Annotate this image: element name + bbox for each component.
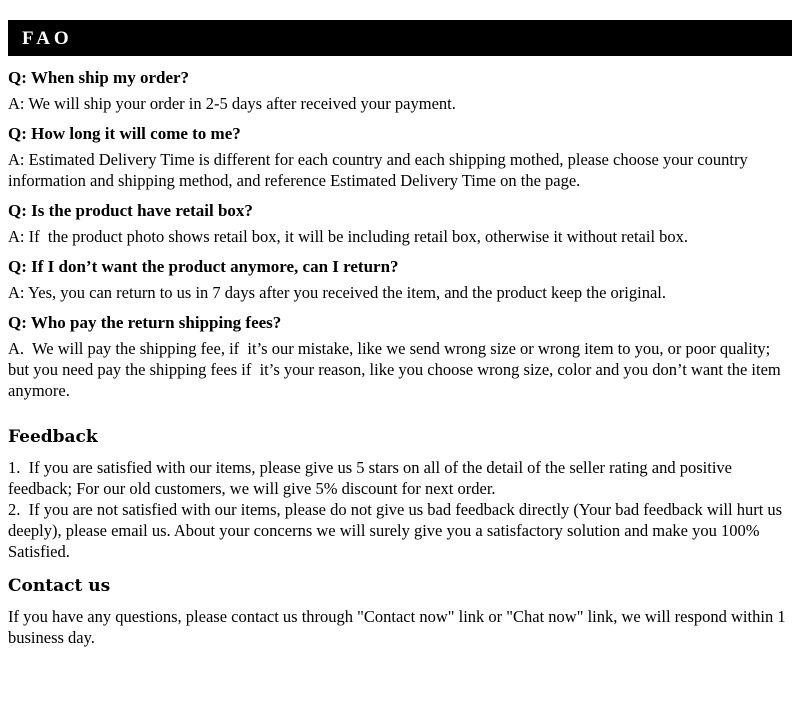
feedback-body: 1. If you are satisfied with our items, … [8, 458, 783, 561]
faq-item: Q: If I don’t want the product anymore, … [8, 256, 792, 303]
faq-answer: A: Estimated Delivery Time is different … [8, 150, 752, 190]
faq-question: Q: How long it will come to me? [8, 124, 241, 143]
contact-body: If you have any questions, please contac… [8, 607, 790, 647]
contact-heading: Contact us [8, 576, 111, 596]
faq-header-bar: FAO [8, 20, 792, 56]
faq-item: Q: Who pay the return shipping fees? A. … [8, 312, 792, 401]
faq-question: Q: Who pay the return shipping fees? [8, 313, 282, 332]
faq-answer: A: We will ship your order in 2-5 days a… [8, 94, 456, 113]
faq-list: Q: When ship my order? A: We will ship y… [8, 67, 792, 401]
faq-answer: A: If the product photo shows retail box… [8, 227, 689, 246]
faq-answer: A. We will pay the shipping fee, if it’s… [8, 339, 785, 400]
faq-item: Q: Is the product have retail box? A: If… [8, 200, 792, 247]
feedback-heading: Feedback [8, 427, 98, 447]
page-title: FAO [22, 27, 73, 49]
feedback-section: Feedback 1. If you are satisfied with ou… [8, 427, 792, 562]
faq-page: FAO Q: When ship my order? A: We will sh… [0, 20, 800, 720]
faq-question: Q: Is the product have retail box? [8, 201, 253, 220]
faq-question: Q: If I don’t want the product anymore, … [8, 257, 399, 276]
faq-item: Q: How long it will come to me? A: Estim… [8, 123, 792, 191]
faq-item: Q: When ship my order? A: We will ship y… [8, 67, 792, 114]
faq-question: Q: When ship my order? [8, 68, 190, 87]
contact-section: Contact us If you have any questions, pl… [8, 576, 792, 648]
faq-answer: A: Yes, you can return to us in 7 days a… [8, 283, 666, 302]
